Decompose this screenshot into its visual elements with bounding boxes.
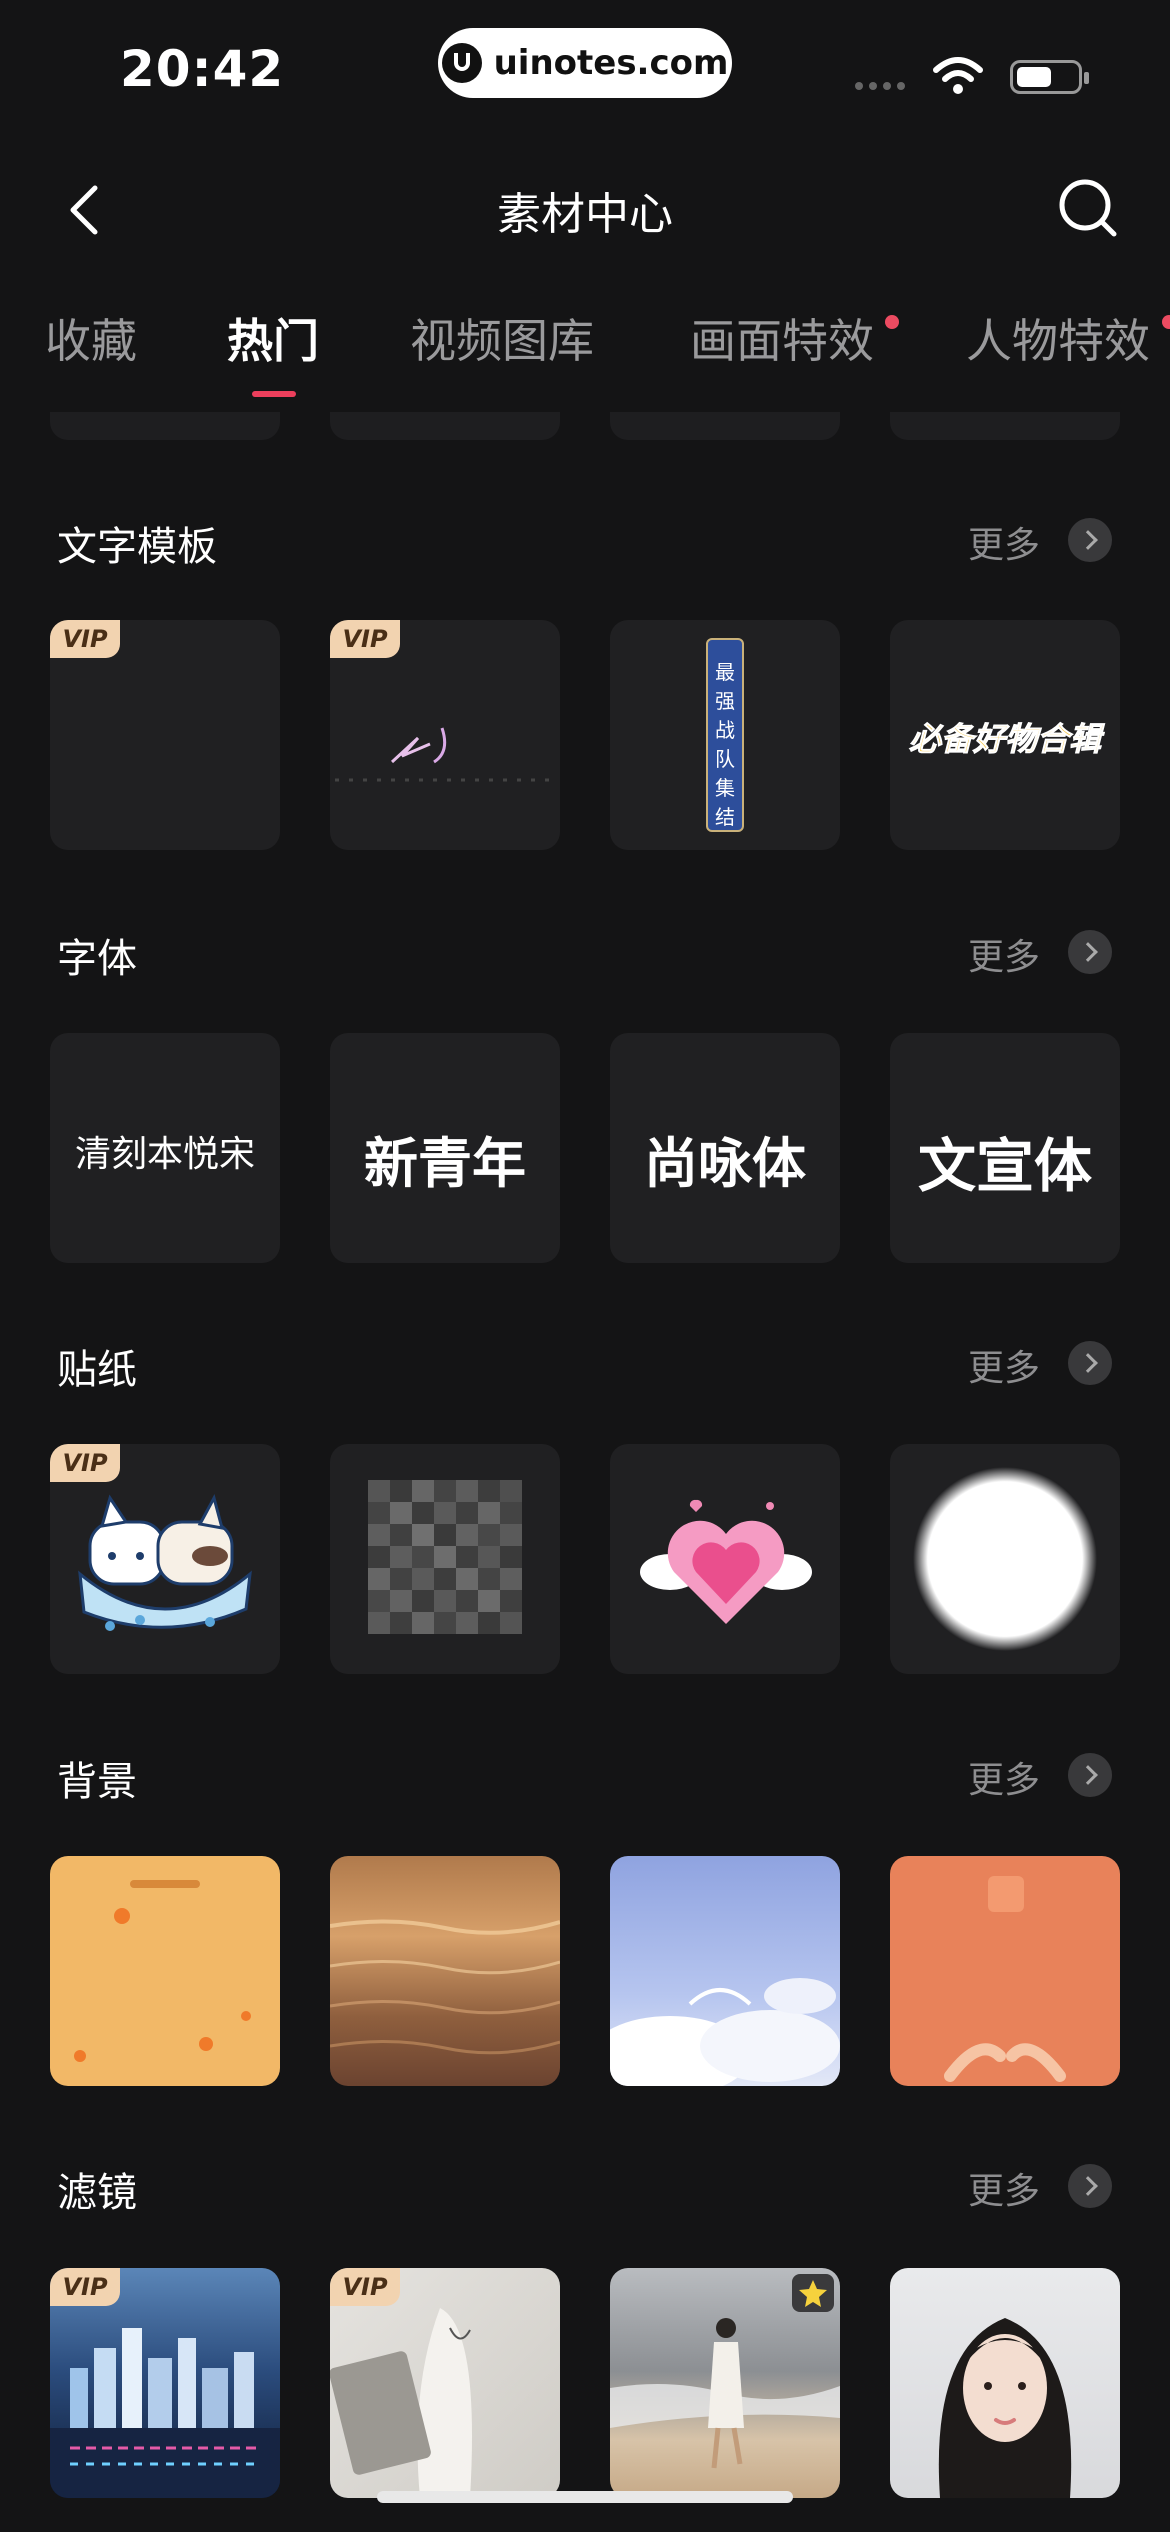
heart-sticker-image — [640, 1499, 812, 1624]
background-tile[interactable] — [610, 1856, 840, 2086]
sticker-tile[interactable] — [330, 1444, 560, 1674]
chevron-right-icon[interactable] — [1068, 1753, 1112, 1797]
font-tile[interactable]: 尚咏体 — [610, 1033, 840, 1263]
text-template-tile[interactable]: 最强战队集结 — [610, 620, 840, 850]
battery-icon — [1010, 60, 1089, 94]
favorite-badge — [792, 2274, 834, 2312]
more-text-templates[interactable]: 更多 — [968, 516, 1040, 568]
tab-scene-effects[interactable]: 画面特效 — [690, 305, 874, 371]
sticker-tile[interactable] — [610, 1444, 840, 1674]
background-tile[interactable] — [890, 1856, 1120, 2086]
cat-sticker-image — [78, 1493, 252, 1631]
home-indicator[interactable] — [377, 2491, 793, 2503]
filter-tile[interactable]: VIP — [50, 2268, 280, 2498]
previous-section-tile[interactable] — [50, 412, 280, 440]
tab-character-effects[interactable]: 人物特效 — [966, 305, 1150, 371]
section-title-stickers: 贴纸 — [57, 1347, 137, 1393]
section-title-backgrounds: 背景 — [57, 1759, 137, 1805]
more-filters[interactable]: 更多 — [968, 2162, 1040, 2214]
vip-badge: VIP — [50, 620, 120, 658]
active-tab-indicator — [252, 391, 296, 397]
sticker-tile[interactable]: VIP — [50, 1444, 280, 1674]
vip-badge: VIP — [50, 2268, 120, 2306]
wifi-icon — [933, 57, 983, 94]
font-preview-text: 清刻本悦宋 — [74, 1134, 255, 1175]
url-text: uinotes.com — [493, 43, 729, 83]
mosaic-sticker-image — [368, 1480, 522, 1634]
star-icon — [799, 2280, 827, 2307]
section-title-text-templates: 文字模板 — [57, 524, 217, 570]
status-time: 20:42 — [120, 40, 285, 98]
text-template-tile[interactable]: 必备好物合辑 — [890, 620, 1120, 850]
text-template-tile[interactable]: VIP — [330, 620, 560, 850]
sparkle-preview-image — [335, 727, 555, 782]
previous-section-tile[interactable] — [330, 412, 560, 440]
signal-icon — [855, 82, 905, 90]
chevron-right-icon[interactable] — [1068, 518, 1112, 562]
banner-preview-image: 最强战队集结 — [706, 638, 744, 832]
filter-tile[interactable]: VIP — [330, 2268, 560, 2498]
previous-section-tile[interactable] — [610, 412, 840, 440]
filter-tile[interactable] — [890, 2268, 1120, 2498]
hands-background-image — [944, 1876, 1066, 2082]
vip-badge: VIP — [330, 2268, 400, 2306]
previous-section-tile[interactable] — [890, 412, 1120, 440]
font-tile[interactable]: 清刻本悦宋 — [50, 1033, 280, 1263]
tab-favorites[interactable]: 收藏 — [45, 305, 137, 371]
search-icon[interactable] — [1056, 176, 1120, 240]
tab-video-library[interactable]: 视频图库 — [410, 305, 594, 371]
font-tile[interactable]: 文宣体 — [890, 1033, 1120, 1263]
new-dot-badge — [885, 315, 899, 329]
header: 素材中心 — [0, 160, 1170, 260]
uinotes-logo-icon — [441, 43, 482, 83]
background-tile[interactable] — [330, 1856, 560, 2086]
sticker-tile[interactable] — [890, 1444, 1120, 1674]
chevron-right-icon[interactable] — [1068, 2164, 1112, 2208]
more-fonts[interactable]: 更多 — [968, 928, 1040, 980]
more-stickers[interactable]: 更多 — [968, 1339, 1040, 1391]
font-preview-text: 尚咏体 — [644, 1132, 806, 1195]
tab-hot[interactable]: 热门 — [227, 305, 319, 371]
text-template-tile[interactable]: VIP — [50, 620, 280, 850]
filter-tile[interactable] — [610, 2268, 840, 2498]
section-title-filters: 滤镜 — [57, 2170, 137, 2216]
portrait-filter-image — [938, 2318, 1072, 2498]
orange-background-image — [74, 1880, 251, 2062]
new-dot-badge — [1162, 315, 1170, 329]
font-preview-text: 文宣体 — [917, 1132, 1092, 1200]
background-tile[interactable] — [50, 1856, 280, 2086]
font-tile[interactable]: 新青年 — [330, 1033, 560, 1263]
more-backgrounds[interactable]: 更多 — [968, 1751, 1040, 1803]
sky-clouds-background-image — [610, 1978, 840, 2086]
sea-sunset-background-image — [330, 1919, 560, 2055]
template-preview-text: 必备好物合辑 — [908, 720, 1101, 759]
chevron-right-icon[interactable] — [1068, 930, 1112, 974]
category-tabs: 收藏 热门 视频图库 画面特效 人物特效 — [0, 305, 1170, 397]
page-title: 素材中心 — [497, 189, 673, 240]
status-bar: 20:42 uinotes.com — [0, 0, 1170, 130]
url-pill: uinotes.com — [438, 28, 732, 98]
chevron-right-icon[interactable] — [1068, 1341, 1112, 1385]
white-circle-sticker-image — [913, 1467, 1097, 1651]
section-title-fonts: 字体 — [57, 936, 137, 982]
font-preview-text: 新青年 — [364, 1132, 526, 1195]
banner-text: 最强战队集结 — [715, 660, 735, 829]
